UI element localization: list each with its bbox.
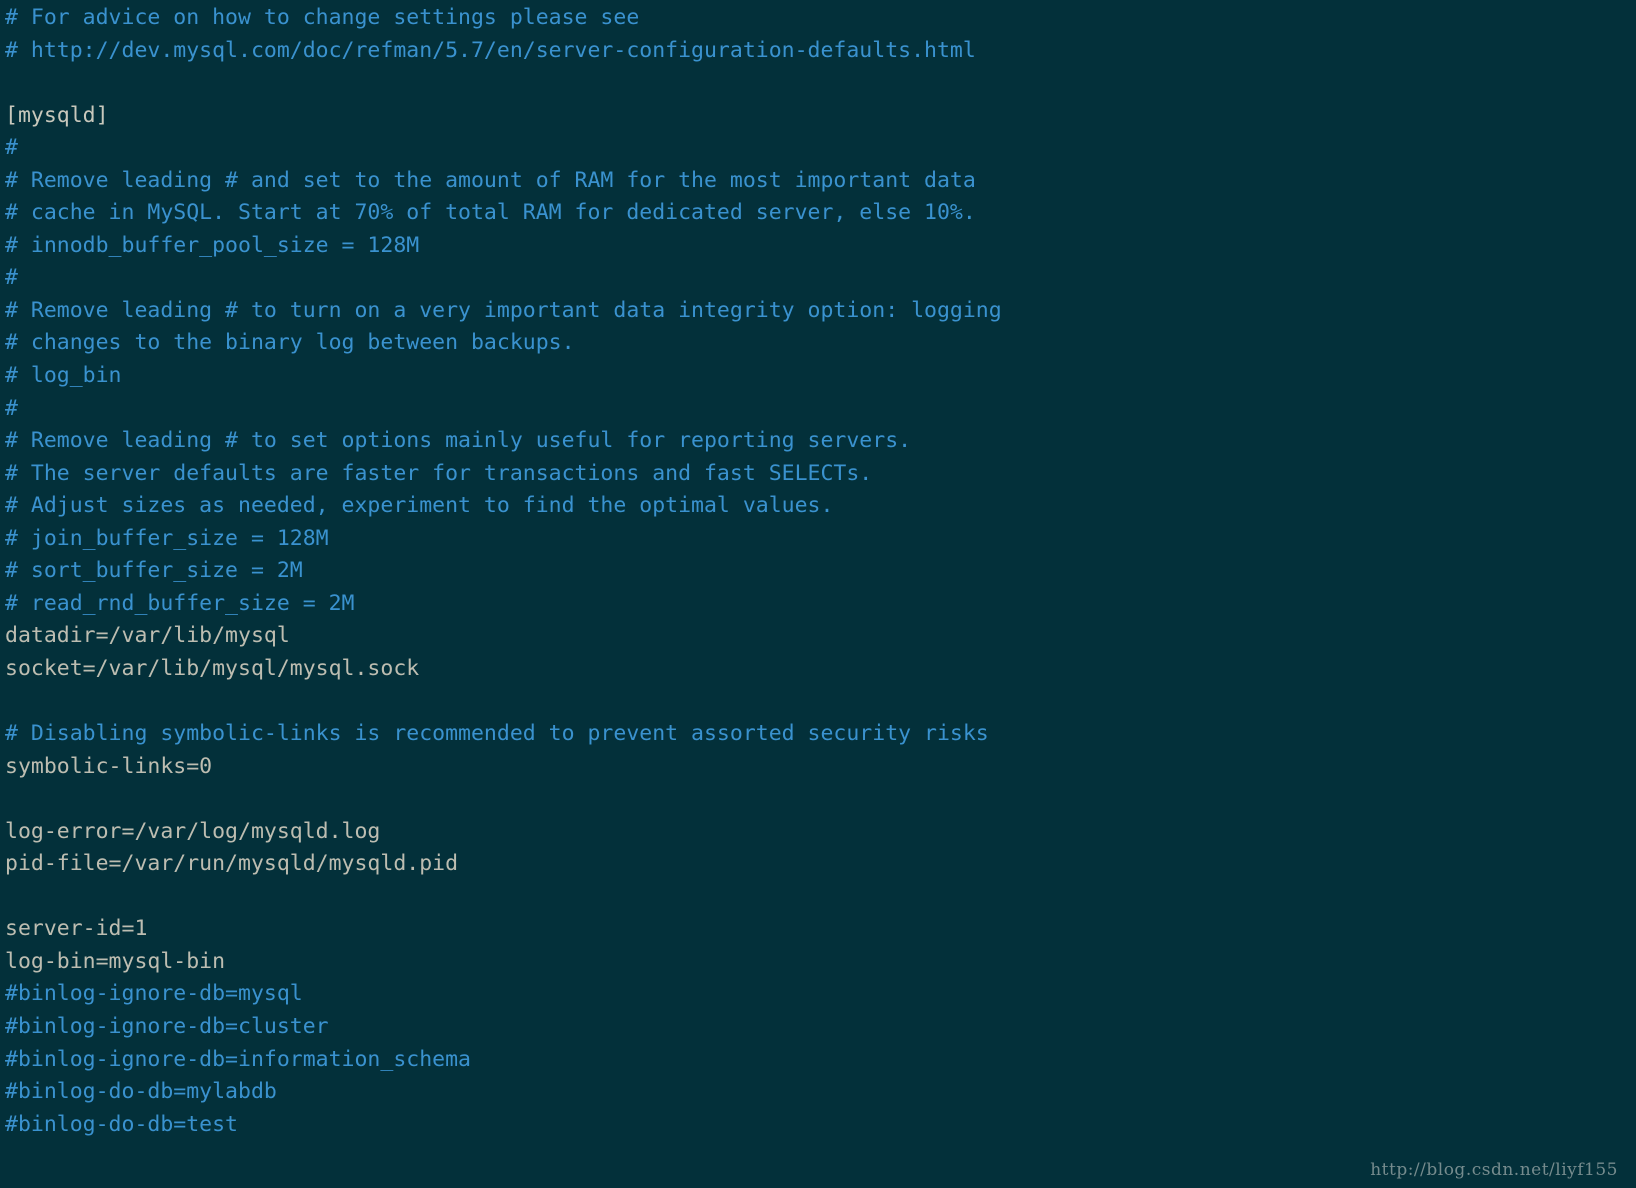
code-line[interactable]: #binlog-do-db=test [5,1109,1002,1142]
code-line[interactable]: socket=/var/lib/mysql/mysql.sock [5,653,1002,686]
code-line[interactable]: [mysqld] [5,100,1002,133]
code-line[interactable]: # [5,262,1002,295]
code-line[interactable]: # Remove leading # and set to the amount… [5,165,1002,198]
code-line[interactable] [5,67,1002,100]
config-file-content[interactable]: # For advice on how to change settings p… [5,2,1002,1141]
code-line[interactable]: # log_bin [5,360,1002,393]
code-line[interactable] [5,685,1002,718]
code-line[interactable] [5,783,1002,816]
code-line[interactable]: # The server defaults are faster for tra… [5,458,1002,491]
code-line[interactable]: # [5,393,1002,426]
watermark-text: http://blog.csdn.net/liyf155 [1370,1160,1618,1180]
code-line[interactable]: #binlog-do-db=mylabdb [5,1076,1002,1109]
code-line[interactable]: # Remove leading # to turn on a very imp… [5,295,1002,328]
code-line[interactable] [5,881,1002,914]
code-line[interactable]: # Disabling symbolic-links is recommende… [5,718,1002,751]
code-line[interactable]: # [5,132,1002,165]
code-line[interactable]: # Remove leading # to set options mainly… [5,425,1002,458]
code-line[interactable]: #binlog-ignore-db=information_schema [5,1044,1002,1077]
code-line[interactable]: server-id=1 [5,913,1002,946]
code-line[interactable]: datadir=/var/lib/mysql [5,620,1002,653]
code-line[interactable]: # sort_buffer_size = 2M [5,555,1002,588]
code-line[interactable]: pid-file=/var/run/mysqld/mysqld.pid [5,848,1002,881]
code-line[interactable]: #binlog-ignore-db=mysql [5,978,1002,1011]
terminal-window[interactable]: # For advice on how to change settings p… [0,0,1636,1188]
code-line[interactable]: # For advice on how to change settings p… [5,2,1002,35]
code-line[interactable]: # cache in MySQL. Start at 70% of total … [5,197,1002,230]
code-line[interactable]: # read_rnd_buffer_size = 2M [5,588,1002,621]
code-line[interactable]: log-bin=mysql-bin [5,946,1002,979]
code-line[interactable]: # changes to the binary log between back… [5,327,1002,360]
code-line[interactable]: log-error=/var/log/mysqld.log [5,816,1002,849]
code-line[interactable]: # innodb_buffer_pool_size = 128M [5,230,1002,263]
code-line[interactable]: #binlog-ignore-db=cluster [5,1011,1002,1044]
code-line[interactable]: # http://dev.mysql.com/doc/refman/5.7/en… [5,35,1002,68]
code-line[interactable]: # Adjust sizes as needed, experiment to … [5,490,1002,523]
code-line[interactable]: # join_buffer_size = 128M [5,523,1002,556]
code-line[interactable]: symbolic-links=0 [5,751,1002,784]
